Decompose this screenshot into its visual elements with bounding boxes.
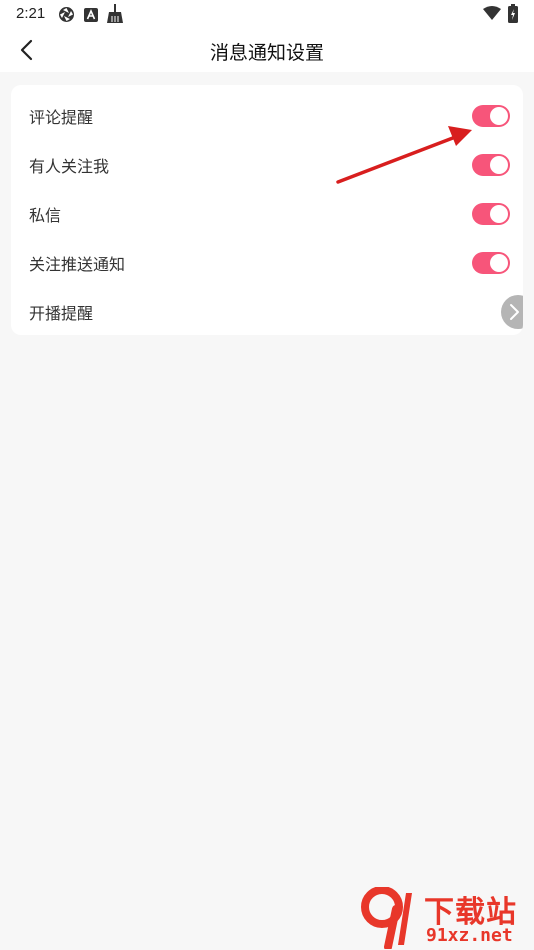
setting-label: 开播提醒: [29, 303, 94, 323]
aperture-icon: [58, 6, 75, 27]
setting-row-private-message: 私信: [11, 189, 523, 238]
page-title: 消息通知设置: [209, 42, 324, 64]
toggle-knob: [490, 106, 508, 125]
follow-push-toggle[interactable]: [472, 251, 510, 274]
setting-label: 有人关注我: [29, 156, 110, 176]
setting-row-live-reminder[interactable]: 开播提醒: [11, 287, 523, 335]
a-badge-icon: [84, 7, 98, 26]
toggle-knob: [490, 155, 508, 174]
setting-label: 关注推送通知: [29, 254, 126, 274]
private-message-toggle[interactable]: [472, 202, 510, 225]
chevron-right-icon: [510, 303, 519, 320]
watermark-en: 91xz.net: [426, 925, 513, 946]
app-bar: 消息通知设置: [0, 28, 534, 72]
watermark: 下载站 91xz.net: [360, 885, 534, 950]
wifi-icon: [483, 6, 501, 25]
annotation-arrow-icon: [336, 126, 472, 184]
watermark-logo-icon: [361, 887, 412, 949]
toggle-knob: [490, 204, 508, 223]
broom-icon: [106, 4, 124, 28]
toggle-knob: [490, 253, 508, 272]
setting-row-follow-push: 关注推送通知: [11, 238, 523, 287]
setting-label: 私信: [29, 205, 62, 225]
status-time: 2:21: [16, 5, 46, 22]
status-bar: 2:21: [0, 0, 534, 28]
setting-label: 评论提醒: [29, 107, 94, 127]
battery-charging-icon: [508, 4, 518, 27]
live-reminder-chevron-button[interactable]: [501, 294, 523, 329]
